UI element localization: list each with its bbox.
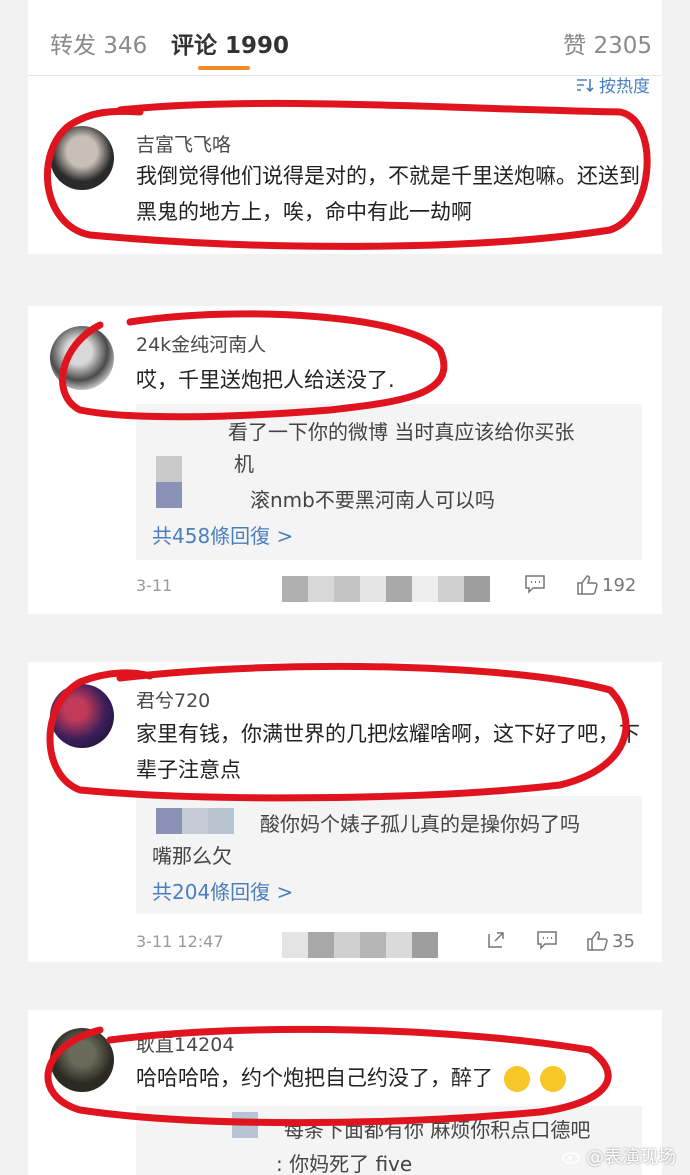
tab-reposts[interactable]: 转发 346: [50, 26, 147, 60]
sort-label: 按热度: [599, 77, 650, 97]
more-replies-link[interactable]: 共204條回復 >: [152, 876, 293, 905]
like-count: 192: [602, 574, 637, 596]
username[interactable]: 吉富飞飞咯: [136, 130, 231, 157]
comment-tabs: 转发 346 评论 1990 赞 2305: [28, 0, 662, 76]
comment-card: 君兮720 家里有钱，你满世界的几把炫耀啥啊，这下好了吧，下辈子注意点 酸你妈个…: [28, 662, 662, 962]
reply-text: 机: [234, 452, 254, 476]
avatar[interactable]: [50, 326, 114, 390]
censor-mosaic: [156, 456, 182, 508]
sort-icon: [577, 78, 594, 92]
avatar[interactable]: [50, 1028, 114, 1092]
comment-reply-button[interactable]: [524, 574, 546, 594]
reply-text: 滚nmb不要黑河南人可以吗: [250, 488, 495, 512]
reply-text: 每条下面都有你 麻烦你积点口德吧: [284, 1118, 591, 1142]
censor-mosaic: [282, 576, 490, 602]
comment-icon: [537, 931, 557, 950]
comment-text: 家里有钱，你满世界的几把炫耀啥啊，这下好了吧，下辈子注意点: [136, 722, 640, 782]
username[interactable]: 24k金纯河南人: [136, 330, 266, 357]
comment-text: 哈哈哈哈，约个炮把自己约没了，醉了: [136, 1060, 646, 1096]
avatar[interactable]: [50, 126, 114, 190]
laughing-emoji-icon: [503, 1066, 530, 1092]
more-replies-link[interactable]: 共458條回復 >: [152, 520, 293, 549]
thumbs-up-icon: [587, 931, 608, 951]
like-count: 35: [612, 930, 635, 952]
weibo-logo-icon: [562, 1152, 580, 1164]
reply-box: 酸你妈个婊子孤儿真的是操你妈了吗 嘴那么欠 共204條回復 >: [136, 796, 642, 914]
thumbs-up-icon: [577, 575, 598, 595]
comment-text: 哎，千里送炮把人给送没了.: [136, 368, 395, 392]
comment-footer: 3-11 12:47 35: [136, 928, 642, 960]
comment-footer: 3-11 192: [136, 572, 642, 604]
censor-mosaic: [156, 808, 234, 834]
reply-text: : 你妈死了 five: [276, 1152, 413, 1175]
username[interactable]: 耿直14204: [136, 1030, 234, 1057]
comment-date: 3-11 12:47: [136, 932, 224, 951]
avatar[interactable]: [50, 684, 114, 748]
comment-date: 3-11: [136, 576, 173, 595]
sort-by-hot-button[interactable]: 按热度: [575, 72, 650, 97]
comment-icon: [525, 575, 545, 594]
reply-text: 嘴那么欠: [152, 844, 232, 868]
laughing-emoji-icon: [540, 1066, 567, 1092]
username[interactable]: 君兮720: [136, 686, 210, 713]
censor-mosaic: [232, 1112, 258, 1138]
active-tab-indicator: [198, 66, 250, 70]
like-button[interactable]: 192: [576, 574, 636, 596]
comment-card: 吉富飞飞咯 我倒觉得他们说得是对的，不就是千里送炮嘛。还送到黑鬼的地方上，唉，命…: [28, 102, 662, 254]
watermark-text: @表演现场: [586, 1147, 676, 1168]
reply-text: 看了一下你的微博 当时真应该给你买张: [228, 420, 575, 444]
weibo-watermark: @表演现场: [562, 1143, 676, 1169]
tab-comments[interactable]: 评论 1990: [171, 26, 289, 60]
comment-text-body: 哈哈哈哈，约个炮把自己约没了，醉了: [136, 1066, 493, 1090]
repost-button[interactable]: [486, 930, 506, 950]
tab-likes[interactable]: 赞 2305: [563, 26, 652, 60]
comment-text: 我倒觉得他们说得是对的，不就是千里送炮嘛。还送到黑鬼的地方上，唉，命中有此一劫啊: [136, 164, 640, 224]
comment-reply-button[interactable]: [536, 930, 558, 950]
share-icon: [488, 932, 504, 948]
reply-box: 看了一下你的微博 当时真应该给你买张 机 滚nmb不要黑河南人可以吗 共458條…: [136, 404, 642, 560]
sort-row: 按热度: [28, 76, 662, 102]
reply-text: 酸你妈个婊子孤儿真的是操你妈了吗: [260, 812, 580, 836]
like-button[interactable]: 35: [586, 930, 635, 952]
comment-card: 24k金纯河南人 哎，千里送炮把人给送没了. 看了一下你的微博 当时真应该给你买…: [28, 306, 662, 614]
censor-mosaic: [282, 932, 438, 958]
